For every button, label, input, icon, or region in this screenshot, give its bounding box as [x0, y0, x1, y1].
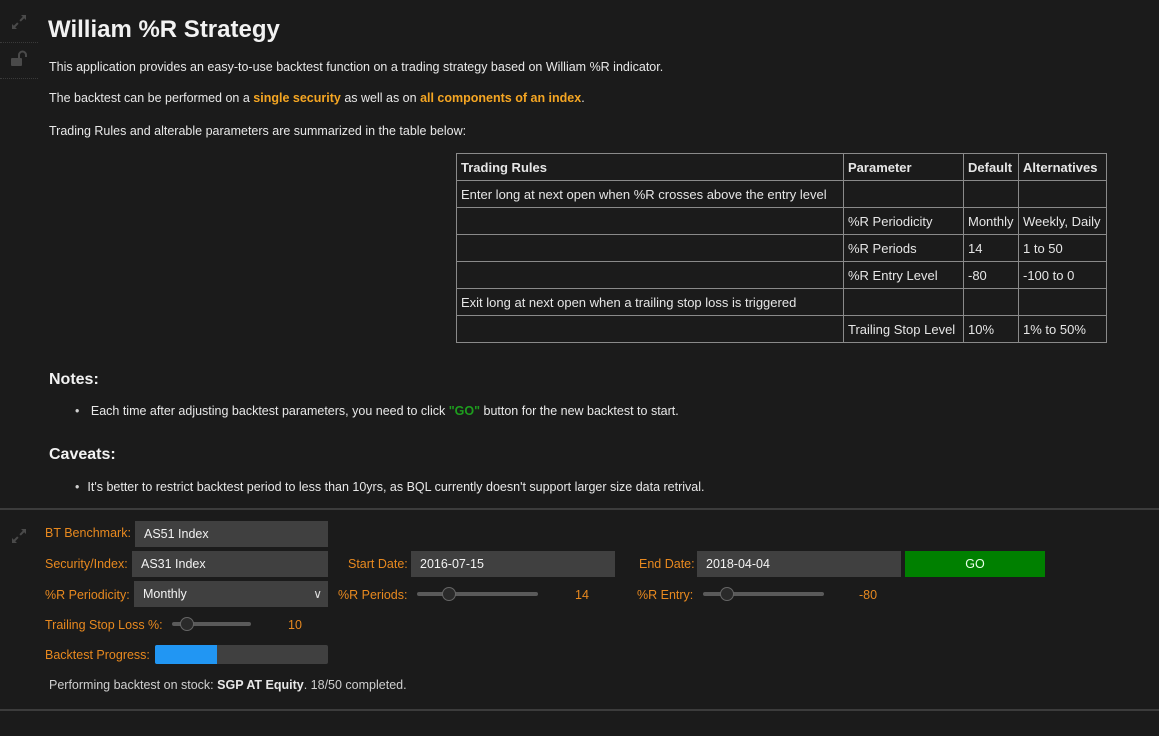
trailing-stop-slider-thumb[interactable] [179, 617, 194, 631]
header-alternatives: Alternatives [1018, 153, 1107, 181]
cell-parameter [843, 288, 964, 316]
table-intro-text: Trading Rules and alterable parameters a… [49, 124, 467, 138]
cell-default [963, 180, 1019, 208]
app-page: William %R Strategy This application pro… [0, 0, 1159, 736]
periods-slider-thumb[interactable] [442, 587, 457, 601]
header-trading-rules: Trading Rules [456, 153, 844, 181]
cell-rule [456, 234, 844, 262]
benchmark-input[interactable]: AS51 Index [135, 521, 328, 547]
header-parameter: Parameter [843, 153, 964, 181]
periods-label: %R Periods: [338, 588, 408, 602]
end-date-input[interactable]: 2018-04-04 [697, 551, 901, 577]
cell-rule [456, 207, 844, 235]
status-text: Performing backtest on stock: SGP AT Equ… [49, 678, 407, 692]
periodicity-selected-value: Monthly [143, 587, 187, 601]
periods-value: 14 [575, 588, 589, 602]
cell-alternatives [1018, 180, 1107, 208]
backtest-progress-bar [155, 645, 328, 664]
periods-slider[interactable] [417, 592, 538, 596]
cell-rule [456, 261, 844, 289]
highlight-single-security: single security [253, 91, 341, 105]
notes-item: Each time after adjusting backtest param… [75, 404, 679, 418]
cell-rule [456, 315, 844, 343]
go-button[interactable]: GO [905, 551, 1045, 577]
table-row: Enter long at next open when %R crosses … [456, 180, 1107, 208]
scope-suffix: . [581, 91, 585, 105]
cell-rule: Enter long at next open when %R crosses … [456, 180, 844, 208]
scope-prefix: The backtest can be performed on a [49, 91, 254, 105]
progress-fill [155, 645, 218, 664]
cell-default: 10% [963, 315, 1019, 343]
cell-alternatives: Weekly, Daily [1018, 207, 1107, 235]
trailing-stop-value: 10 [288, 618, 302, 632]
cell-rule: Exit long at next open when a trailing s… [456, 288, 844, 316]
periodicity-label: %R Periodicity: [45, 588, 130, 602]
notes-suffix: button for the new backtest to start. [480, 404, 679, 418]
status-suffix: . 18/50 completed. [303, 678, 407, 692]
status-stock: SGP AT Equity [217, 678, 304, 692]
scope-mid: as well as on [340, 91, 421, 105]
status-prefix: Performing backtest on stock: [49, 678, 218, 692]
cell-parameter: %R Periods [843, 234, 964, 262]
trading-rules-table: Trading Rules Parameter Default Alternat… [456, 153, 1107, 343]
cell-parameter [843, 180, 964, 208]
highlight-index-components: all components of an index [420, 91, 582, 105]
table-row: %R Periodicity Monthly Weekly, Daily [456, 207, 1107, 235]
table-row: Exit long at next open when a trailing s… [456, 288, 1107, 316]
notes-prefix: Each time after adjusting backtest param… [90, 404, 449, 418]
trailing-stop-label: Trailing Stop Loss %: [45, 618, 163, 632]
benchmark-label: BT Benchmark: [45, 526, 131, 540]
cell-parameter: %R Periodicity [843, 207, 964, 235]
gutter-divider [0, 42, 38, 43]
cell-alternatives: 1% to 50% [1018, 315, 1107, 343]
caveats-item: It's better to restrict backtest period … [75, 480, 704, 494]
security-input[interactable]: AS31 Index [132, 551, 328, 577]
cell-alternatives [1018, 288, 1107, 316]
intro-text: This application provides an easy-to-use… [49, 60, 664, 74]
cell-parameter: %R Entry Level [843, 261, 964, 289]
cell-default: 14 [963, 234, 1019, 262]
periodicity-select[interactable]: Monthly ∨ [134, 581, 328, 607]
cell-alternatives: 1 to 50 [1018, 234, 1107, 262]
security-label: Security/Index: [45, 557, 128, 571]
header-default: Default [963, 153, 1019, 181]
caveats-title: Caveats: [49, 446, 116, 463]
cell-alternatives: -100 to 0 [1018, 261, 1107, 289]
table-row: Trailing Stop Level 10% 1% to 50% [456, 315, 1107, 343]
end-date-label: End Date: [639, 557, 695, 571]
progress-label: Backtest Progress: [45, 648, 150, 662]
scope-text: The backtest can be performed on a singl… [49, 91, 585, 105]
start-date-input[interactable]: 2016-07-15 [411, 551, 615, 577]
unlock-icon[interactable] [10, 50, 28, 68]
expand-icon[interactable] [10, 527, 28, 545]
bottom-divider [0, 709, 1159, 711]
table-header-row: Trading Rules Parameter Default Alternat… [456, 153, 1107, 181]
table-row: %R Periods 14 1 to 50 [456, 234, 1107, 262]
expand-icon[interactable] [10, 13, 28, 31]
gutter-divider [0, 78, 38, 79]
start-date-label: Start Date: [348, 557, 408, 571]
entry-value: -80 [859, 588, 878, 602]
table-row: %R Entry Level -80 -100 to 0 [456, 261, 1107, 289]
entry-label: %R Entry: [637, 588, 694, 602]
cell-parameter: Trailing Stop Level [843, 315, 964, 343]
notes-title: Notes: [49, 371, 99, 388]
section-divider [0, 508, 1159, 510]
notes-go-highlight: "GO" [448, 404, 481, 418]
cell-default [963, 288, 1019, 316]
chevron-down-icon: ∨ [313, 587, 322, 601]
cell-default: -80 [963, 261, 1019, 289]
page-title: William %R Strategy [48, 16, 280, 43]
entry-slider-thumb[interactable] [720, 587, 735, 601]
cell-default: Monthly [963, 207, 1019, 235]
